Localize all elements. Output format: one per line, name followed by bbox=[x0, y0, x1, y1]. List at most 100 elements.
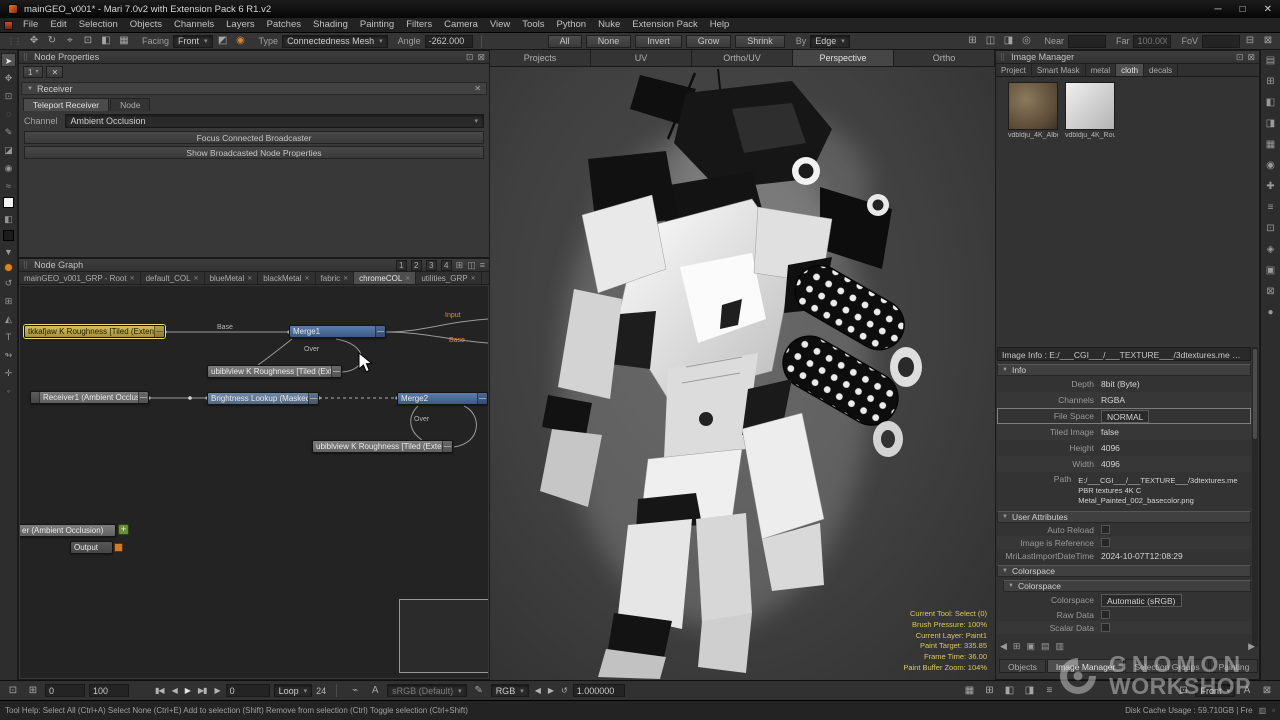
tab-node[interactable]: Node bbox=[110, 98, 150, 111]
colorspace-outer-header[interactable]: ▼ Colorspace bbox=[997, 565, 1251, 577]
lasso-tool-icon[interactable]: ◌ bbox=[1, 107, 16, 121]
panel-close-icon[interactable]: ⊠ bbox=[477, 52, 485, 63]
mesh-tool-icon[interactable]: ▦ bbox=[116, 34, 132, 48]
gain-step-forward-icon[interactable]: ▶ bbox=[546, 686, 555, 695]
menu-edit[interactable]: Edit bbox=[44, 18, 72, 32]
tab-painting[interactable]: Painting bbox=[1210, 659, 1259, 673]
menu-layers[interactable]: Layers bbox=[220, 18, 261, 32]
shelf-menu-icon[interactable]: ≡ bbox=[1263, 201, 1279, 215]
graph-tab-blackmetal[interactable]: blackMetal✕ bbox=[258, 272, 315, 284]
pan-tool-icon[interactable]: ✥ bbox=[26, 34, 42, 48]
node-roughness1[interactable]: tkkafjaw K Roughness [Tiled (Extended)]— bbox=[24, 325, 165, 338]
hand-tool-icon[interactable]: ↬ bbox=[1, 348, 16, 362]
node-broadcaster-partial[interactable]: er (Ambient Occlusion) bbox=[20, 524, 116, 537]
pin-count-chip[interactable]: 1▾ bbox=[23, 66, 43, 78]
graph-view-4[interactable]: 4 bbox=[441, 260, 452, 271]
grid-view-icon[interactable]: ⊞ bbox=[964, 34, 980, 48]
text-tool-icon[interactable]: T bbox=[1, 330, 16, 344]
viewport-canvas[interactable]: Current Tool: Select (0) Brush Pressure:… bbox=[490, 67, 995, 680]
info-row-filespace[interactable]: File SpaceNORMAL bbox=[997, 408, 1251, 424]
clone-stamp-icon[interactable]: ◉ bbox=[1, 161, 16, 175]
menu-selection[interactable]: Selection bbox=[73, 18, 124, 32]
panel-float-icon[interactable]: ⊡ bbox=[1236, 52, 1244, 63]
graph-tab-fabric[interactable]: fabric✕ bbox=[316, 272, 355, 284]
export-image-icon[interactable]: ▤ bbox=[1041, 641, 1050, 652]
thumbnail-albedo[interactable]: vdbldju_4K_Albedo.j bbox=[1008, 82, 1058, 139]
node-graph-canvas[interactable]: tkkafjaw K Roughness [Tiled (Extended)]—… bbox=[20, 286, 488, 678]
focus-connected-broadcaster-button[interactable]: Focus Connected Broadcaster bbox=[24, 131, 484, 144]
foreground-color-swatch[interactable] bbox=[3, 197, 14, 208]
menu-nuke[interactable]: Nuke bbox=[592, 18, 626, 32]
rotate-tool-icon[interactable]: ↻ bbox=[44, 34, 60, 48]
step-forward-icon[interactable]: ▶▮ bbox=[196, 686, 209, 695]
colorspace-select[interactable]: Automatic (sRGB) bbox=[1101, 594, 1182, 607]
node-receiver1[interactable]: Receiver1 (Ambient Occlusion)— bbox=[30, 391, 149, 404]
menu-filters[interactable]: Filters bbox=[400, 18, 438, 32]
menu-camera[interactable]: Camera bbox=[438, 18, 484, 32]
graph-view-1[interactable]: 1 bbox=[396, 260, 407, 271]
warp-tool-icon[interactable]: ⊞ bbox=[1, 294, 16, 308]
snapshot-icon[interactable]: ⊟ bbox=[1242, 34, 1258, 48]
shelf-layers-icon[interactable]: ▤ bbox=[1263, 54, 1279, 68]
select-all-button[interactable]: All bbox=[548, 35, 582, 48]
menu-python[interactable]: Python bbox=[550, 18, 592, 32]
eraser-tool-icon[interactable]: ◪ bbox=[1, 143, 16, 157]
shelf-history-icon[interactable]: ◈ bbox=[1263, 243, 1279, 257]
eyedropper-tool-icon[interactable]: ▼ bbox=[1, 245, 16, 259]
layout-menu-icon[interactable]: ≡ bbox=[1041, 684, 1057, 698]
color-picker-dot-icon[interactable] bbox=[4, 263, 13, 272]
panel-toggle-icon[interactable]: ⊠ bbox=[1260, 34, 1276, 48]
panel-float-icon[interactable]: ⊡ bbox=[466, 52, 474, 63]
type-select[interactable]: Connectedness Mesh▾ bbox=[282, 35, 388, 48]
pin-tool-icon[interactable]: ◦ bbox=[1, 384, 16, 398]
gain-reset-icon[interactable]: ↺ bbox=[559, 686, 569, 695]
step-back-icon[interactable]: ◀ bbox=[170, 686, 179, 695]
camera-facing-select[interactable]: Front▾ bbox=[1195, 684, 1235, 697]
output-port-icon[interactable] bbox=[114, 543, 123, 552]
snap-icon[interactable]: ⊞ bbox=[456, 260, 464, 271]
tab-selection-groups[interactable]: Selection Groups bbox=[1125, 659, 1208, 673]
menu-view[interactable]: View bbox=[484, 18, 516, 32]
auto-key-icon[interactable]: A bbox=[367, 684, 383, 698]
menu-file[interactable]: File bbox=[17, 18, 44, 32]
overview-icon[interactable]: ◫ bbox=[467, 260, 476, 271]
fullscreen-icon[interactable]: ⊠ bbox=[1259, 684, 1275, 698]
select-none-button[interactable]: None bbox=[586, 35, 632, 48]
scroll-right-icon[interactable]: ▶ bbox=[1248, 641, 1255, 652]
background-color-swatch[interactable] bbox=[3, 230, 14, 241]
lighting-view-icon[interactable]: ◎ bbox=[1018, 34, 1034, 48]
colorspace-inner-header[interactable]: ▼ Colorspace bbox=[1003, 580, 1251, 592]
shelf-python-icon[interactable]: ▣ bbox=[1263, 264, 1279, 278]
shelf-patches-icon[interactable]: ▦ bbox=[1263, 138, 1279, 152]
clear-properties-icon[interactable]: ✕ bbox=[46, 66, 63, 78]
layout-right-icon[interactable]: ◨ bbox=[1021, 684, 1037, 698]
menu-extension-pack[interactable]: Extension Pack bbox=[626, 18, 703, 32]
tab-metal[interactable]: metal bbox=[1086, 64, 1117, 76]
graph-tab-default-col[interactable]: default_COL✕ bbox=[141, 272, 205, 284]
tab-objects[interactable]: Objects bbox=[999, 659, 1046, 673]
info-section-header[interactable]: ▼ Info bbox=[997, 364, 1251, 376]
tab-teleport-receiver[interactable]: Teleport Receiver bbox=[23, 98, 109, 111]
skip-to-start-icon[interactable]: ▮◀ bbox=[153, 686, 166, 695]
slice-tool-icon[interactable]: ◭ bbox=[1, 312, 16, 326]
active-mode-icon[interactable]: ◉ bbox=[233, 34, 249, 48]
node-output[interactable]: Output bbox=[70, 541, 113, 554]
graph-tab-bluemetal[interactable]: blueMetal✕ bbox=[205, 272, 259, 284]
add-node-icon[interactable]: + bbox=[118, 524, 129, 535]
image-reference-checkbox[interactable] bbox=[1101, 538, 1110, 547]
import-image-icon[interactable]: ▣ bbox=[1026, 641, 1035, 652]
target-tool-icon[interactable]: ⌖ bbox=[62, 34, 78, 48]
menu-help[interactable]: Help bbox=[704, 18, 736, 32]
node-properties-header[interactable]: ⣿ Node Properties ⊡ ⊠ bbox=[19, 51, 489, 64]
select-grow-button[interactable]: Grow bbox=[686, 35, 732, 48]
by-select[interactable]: Edge▾ bbox=[810, 35, 850, 48]
raw-data-checkbox[interactable] bbox=[1101, 610, 1110, 619]
select-shrink-button[interactable]: Shrink bbox=[735, 35, 785, 48]
shading-view-icon[interactable]: ◨ bbox=[1000, 34, 1016, 48]
select-tool-icon[interactable]: ➤ bbox=[1, 53, 16, 67]
blur-tool-icon[interactable]: ≈ bbox=[1, 179, 16, 193]
scalar-data-checkbox[interactable] bbox=[1101, 623, 1110, 632]
menu-tools[interactable]: Tools bbox=[516, 18, 550, 32]
current-frame-input[interactable] bbox=[226, 684, 270, 697]
shelf-colors-icon[interactable]: ◉ bbox=[1263, 159, 1279, 173]
